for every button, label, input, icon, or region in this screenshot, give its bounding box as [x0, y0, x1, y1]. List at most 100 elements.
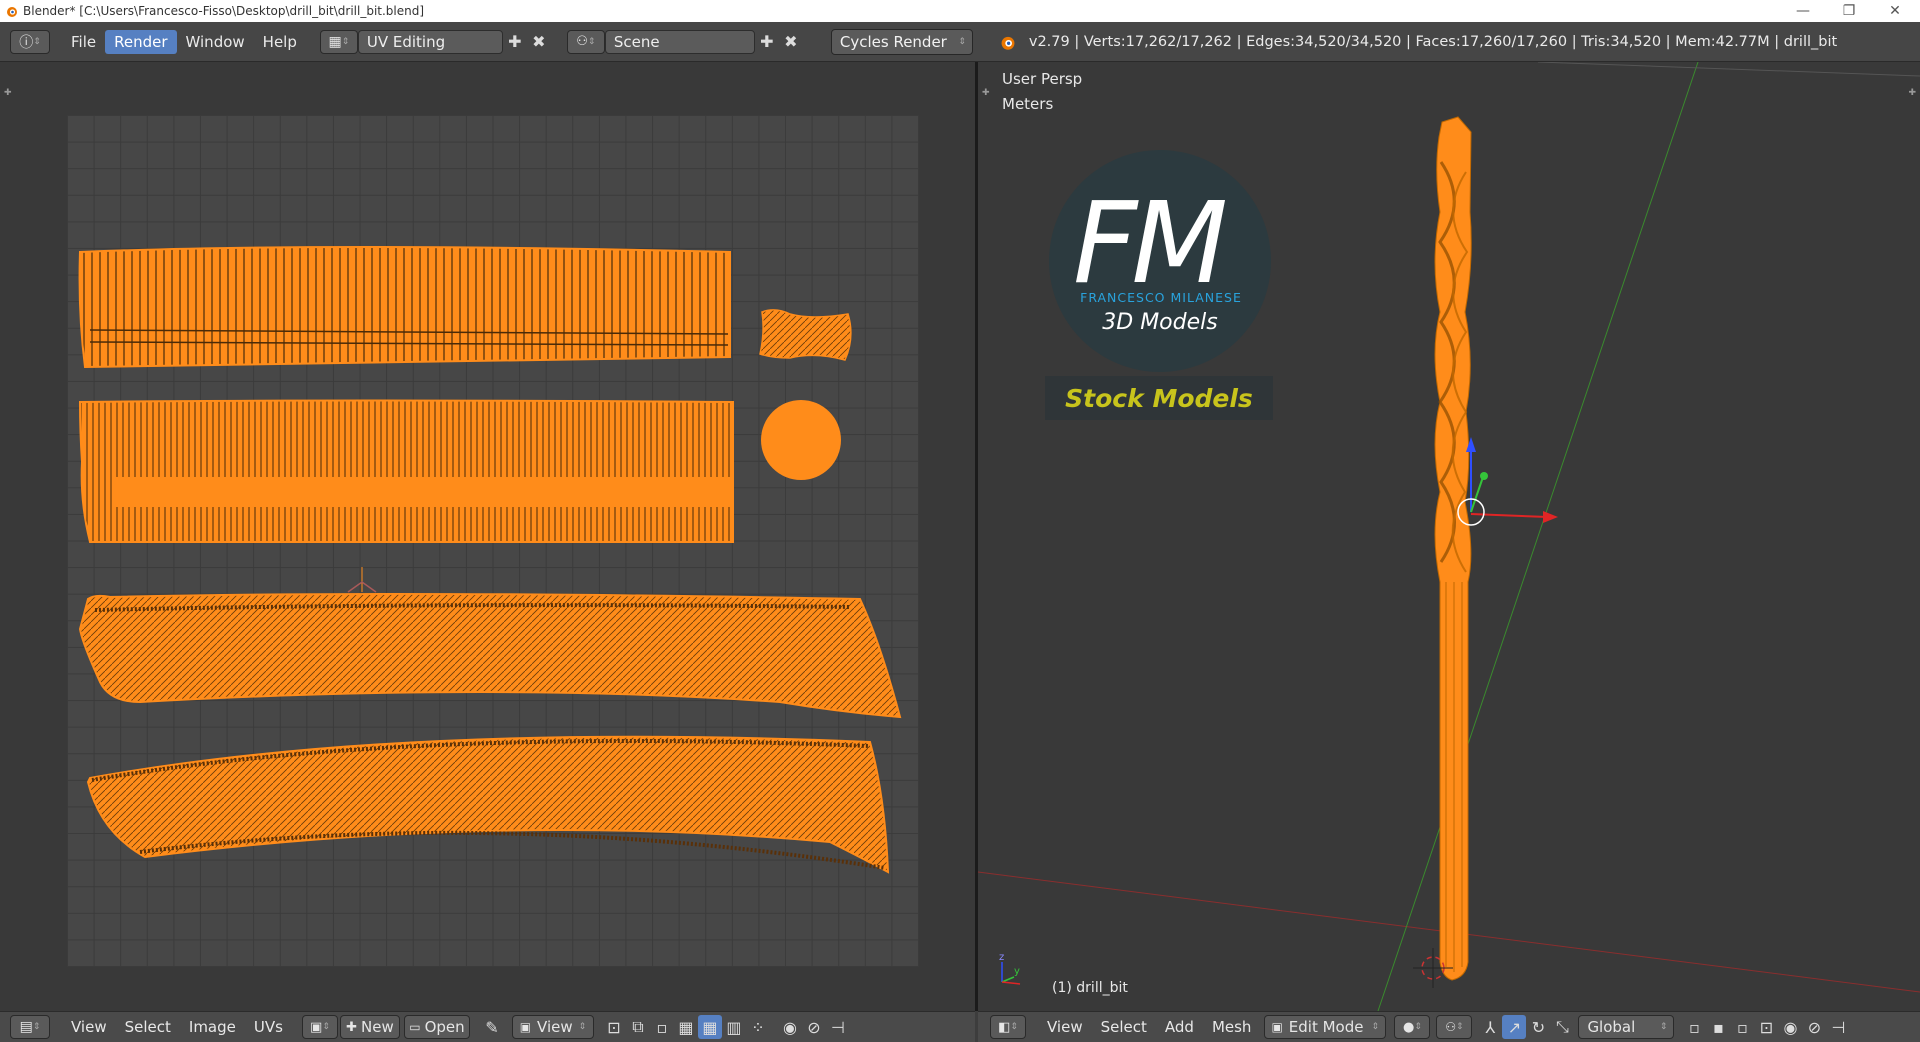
logo-monogram: FM: [1073, 179, 1228, 309]
pivot-point-dropdown[interactable]: ⚇ ⇕: [1436, 1015, 1473, 1039]
vp-menu-view[interactable]: View: [1038, 1018, 1092, 1036]
logo-brand: FRANCESCO MILANESE: [1080, 290, 1242, 305]
info-header: ⓘ ⇕ File Render Window Help ▦ ⇕ UV Editing…: [0, 22, 1920, 62]
image-icon: ▣: [310, 1019, 323, 1035]
transform-manipulator[interactable]: [1457, 437, 1558, 526]
drill-bit-mesh[interactable]: [1434, 116, 1472, 981]
editor-type-selector[interactable]: ◧ ⇕: [990, 1015, 1026, 1039]
proportional-edit-icon[interactable]: ◉: [1778, 1015, 1802, 1039]
vp-menu-mesh[interactable]: Mesh: [1203, 1018, 1261, 1036]
edge-select-icon[interactable]: ▦: [674, 1015, 698, 1039]
uv-menu-select[interactable]: Select: [116, 1018, 180, 1036]
up-down-arrows-icon: ⇕: [322, 1022, 330, 1032]
uv-image-editor[interactable]: ✚: [0, 62, 975, 1011]
uv-island-top[interactable]: [78, 246, 731, 369]
editor-type-selector[interactable]: ⓘ ⇕: [10, 29, 50, 54]
pivot-point-icon: ⚇: [1445, 1020, 1457, 1034]
manipulator-toggle-icon[interactable]: ⅄: [1478, 1015, 1502, 1039]
view-mode-label: View: [537, 1018, 573, 1036]
snap-element-icon[interactable]: ⊣: [826, 1015, 850, 1039]
axis-gizmo: z y: [999, 952, 1021, 985]
uv-island-tip[interactable]: [759, 309, 852, 361]
screen-layout-selector[interactable]: ▦ ⇕: [319, 29, 358, 54]
up-down-arrows-icon: ⇕: [341, 36, 350, 47]
proportional-edit-icon[interactable]: ◉: [778, 1015, 802, 1039]
add-scene-icon[interactable]: ✚: [755, 30, 779, 54]
remove-screen-icon[interactable]: ✖: [527, 30, 551, 54]
translate-manipulator-icon[interactable]: ↗: [1502, 1015, 1527, 1039]
view-mode-icon: ▣: [519, 1020, 532, 1034]
layer-icon[interactable]: ▫: [1730, 1015, 1754, 1039]
uv-island-circle[interactable]: [761, 400, 841, 480]
menu-render[interactable]: Render: [105, 29, 177, 54]
restore-button[interactable]: ❐: [1826, 0, 1872, 22]
svg-text:y: y: [1014, 966, 1020, 977]
folder-icon: ▭: [409, 1020, 421, 1034]
interaction-mode-label: Edit Mode: [1288, 1018, 1364, 1036]
uv-menu-image[interactable]: Image: [180, 1018, 245, 1036]
render-engine-label: Cycles Render: [839, 32, 947, 51]
info-icon: ⓘ: [19, 34, 34, 51]
uv-islands[interactable]: [0, 62, 975, 1011]
logo-subtitle: 3D Models: [1102, 310, 1218, 335]
edit-mode-icon: ▣: [1271, 1020, 1283, 1034]
interaction-mode-dropdown[interactable]: ▣ Edit Mode ⇕: [1264, 1015, 1387, 1039]
watermark-logo: FM FRANCESCO MILANESE 3D Models Stock Mo…: [1045, 150, 1275, 420]
up-down-arrows-icon: ⇕: [33, 36, 41, 47]
sticky-mode-icon[interactable]: ⁘: [746, 1015, 770, 1039]
snap-element-icon[interactable]: ⊣: [1826, 1015, 1850, 1039]
occlude-geometry-icon[interactable]: ⊡: [1754, 1015, 1778, 1039]
logo-tagline: Stock Models: [1045, 376, 1273, 420]
remove-scene-icon[interactable]: ✖: [779, 30, 803, 54]
vertex-select-icon[interactable]: ▫: [650, 1015, 674, 1039]
minimize-button[interactable]: —: [1780, 0, 1826, 22]
up-down-arrows-icon: ⇕: [587, 36, 596, 47]
viewport-shading-dropdown[interactable]: ● ⇕: [1394, 1015, 1431, 1039]
pivot-icon[interactable]: ⊡: [602, 1015, 626, 1039]
sync-selection-icon[interactable]: ⧉: [626, 1015, 650, 1039]
scene-selector[interactable]: ⚇ ⇕: [566, 29, 605, 54]
vp-menu-select[interactable]: Select: [1092, 1018, 1156, 1036]
transform-orientation-dropdown[interactable]: Global ⇕: [1578, 1015, 1675, 1039]
up-down-arrows-icon: ⇕: [1414, 1022, 1422, 1032]
blender-logo-icon: [7, 7, 17, 17]
uv-menu-view[interactable]: View: [62, 1018, 116, 1036]
uv-2d-cursor: [347, 567, 377, 593]
menu-help[interactable]: Help: [254, 30, 306, 54]
up-down-arrows-icon: ⇕: [1456, 1022, 1464, 1032]
3d-viewport[interactable]: ✚ ✚ User Persp Meters z y FM FRANCESCO M…: [978, 62, 1920, 1011]
scene-field[interactable]: Scene: [604, 29, 755, 54]
image-editor-icon: ▤: [19, 1019, 33, 1035]
scene-statistics: v2.79 | Verts:17,262/17,262 | Edges:34,5…: [1028, 33, 1838, 50]
uv-menu-uvs[interactable]: UVs: [245, 1018, 292, 1036]
editor-type-selector[interactable]: ▤ ⇕: [10, 1015, 50, 1039]
uv-island-flute-1[interactable]: [78, 592, 902, 719]
render-engine-dropdown[interactable]: Cycles Render ⇕: [830, 28, 973, 55]
new-image-button[interactable]: ✚ New: [339, 1015, 400, 1039]
island-select-icon[interactable]: ▥: [722, 1015, 746, 1039]
layer-icon[interactable]: ▫: [1682, 1015, 1706, 1039]
screen-layout-field[interactable]: UV Editing: [357, 29, 503, 54]
image-view-mode-dropdown[interactable]: ▣ View ⇕: [511, 1015, 594, 1039]
image-browse-button[interactable]: ▣ ⇕: [301, 1015, 338, 1039]
close-window-button[interactable]: ✕: [1872, 0, 1918, 22]
snap-icon[interactable]: ⊘: [802, 1015, 826, 1039]
blender-logo-icon: [1001, 36, 1015, 50]
add-screen-icon[interactable]: ✚: [503, 30, 527, 54]
up-down-arrows-icon: ⇕: [1371, 1022, 1380, 1032]
open-image-button[interactable]: ▭ Open: [403, 1015, 470, 1039]
uv-island-middle[interactable]: [78, 399, 734, 544]
svg-text:z: z: [999, 952, 1004, 963]
vp-menu-add[interactable]: Add: [1156, 1018, 1203, 1036]
face-select-icon[interactable]: ▦: [697, 1015, 722, 1039]
layer-icon[interactable]: ▪: [1706, 1015, 1730, 1039]
scale-manipulator-icon[interactable]: ⤡: [1550, 1015, 1574, 1039]
pin-icon[interactable]: ✎: [480, 1015, 504, 1039]
up-down-arrows-icon: ⇕: [958, 36, 966, 47]
menu-file[interactable]: File: [62, 30, 105, 54]
snap-icon[interactable]: ⊘: [1802, 1015, 1826, 1039]
scene-icon: ⚇: [576, 34, 588, 49]
menu-window[interactable]: Window: [177, 30, 254, 54]
transform-orientation-label: Global: [1587, 1018, 1636, 1036]
rotate-manipulator-icon[interactable]: ↻: [1526, 1015, 1550, 1039]
